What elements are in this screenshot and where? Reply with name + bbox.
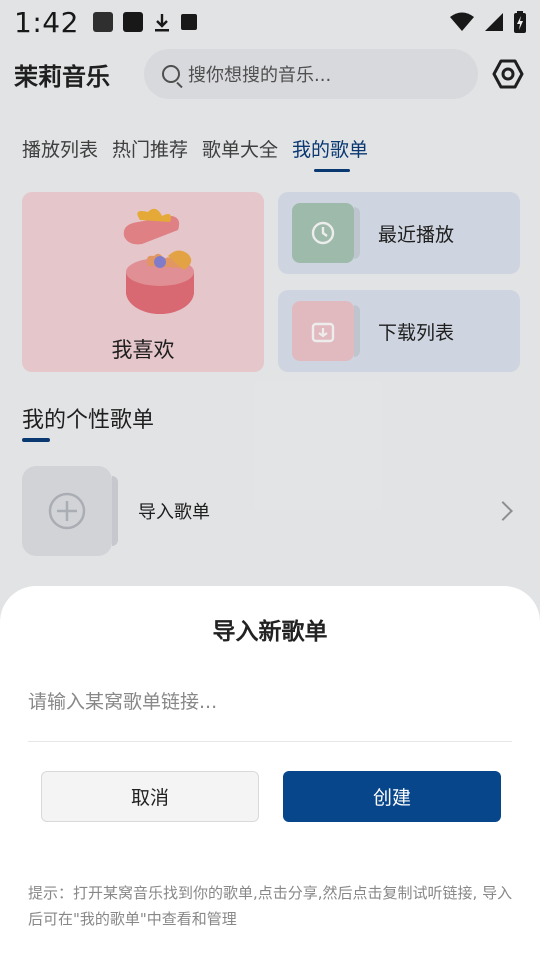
input-divider bbox=[28, 741, 512, 742]
cancel-button[interactable]: 取消 bbox=[41, 771, 259, 822]
import-dialog: 导入新歌单 取消 创建 提示：打开某窝音乐找到你的歌单,点击分享,然后点击复制试… bbox=[0, 586, 540, 960]
playlist-link-input[interactable] bbox=[28, 682, 512, 722]
create-button[interactable]: 创建 bbox=[283, 771, 501, 822]
hint-text: 提示：打开某窝音乐找到你的歌单,点击分享,然后点击复制试听链接, 导入后可在"我… bbox=[28, 884, 513, 928]
dialog-title: 导入新歌单 bbox=[212, 619, 328, 645]
